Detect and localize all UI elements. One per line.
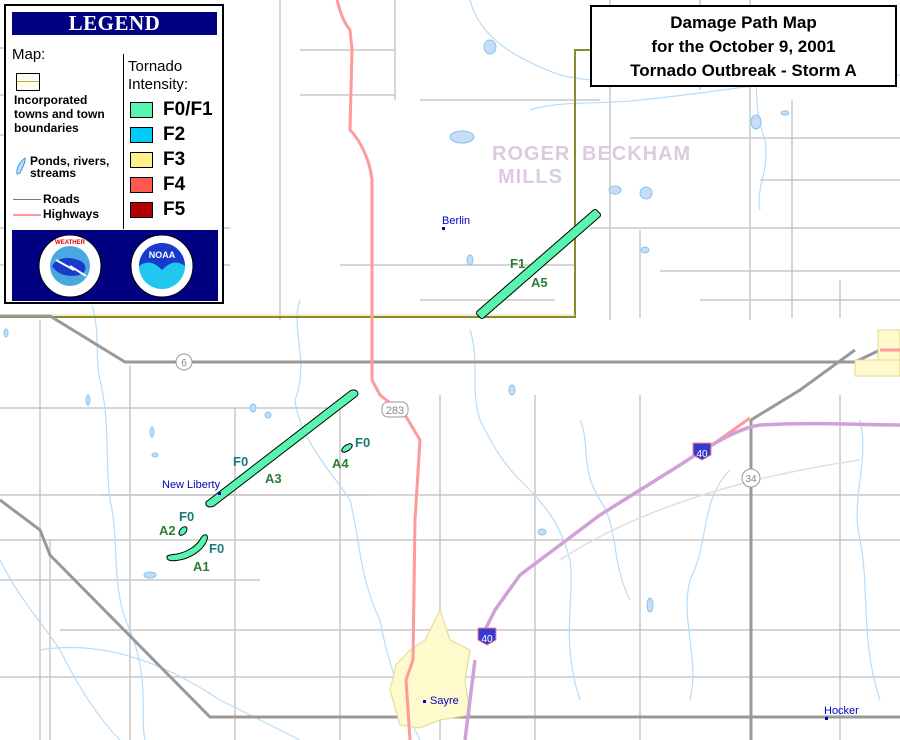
legend-towns-label-3: boundaries	[14, 121, 79, 135]
nws-logo: WEATHER	[38, 234, 102, 298]
interstate-40	[463, 421, 900, 740]
legend-roads-label: Roads	[43, 192, 80, 206]
roads-line	[13, 199, 41, 200]
legend-header: LEGEND	[12, 12, 217, 35]
route-shields: 6 34 283 40 40	[175, 353, 761, 646]
intensity-swatch-f4	[130, 177, 153, 193]
legend-towns-label-1: Incorporated	[14, 93, 88, 107]
legend: LEGEND Map: Incorporated towns and town …	[4, 4, 224, 304]
town-boundaries	[389, 329, 900, 729]
intensity-label: F4	[163, 174, 186, 195]
intensity-swatch-f5	[130, 202, 153, 218]
legend-intensity-heading-1: Tornado	[128, 58, 183, 75]
intensity-label: F3	[163, 149, 186, 170]
intensity-label: F0/F1	[163, 99, 213, 120]
place-sayre: Sayre	[430, 695, 459, 707]
title-line-3: Tornado Outbreak - Storm A	[630, 61, 857, 80]
noaa-logo-text: NOAA	[149, 250, 176, 260]
county-label-roger-mills-2: MILLS	[498, 166, 563, 188]
place-hocker: Hocker	[824, 705, 859, 717]
county-label-beckham: BECKHAM	[582, 143, 692, 165]
noaa-logo: NOAA	[130, 234, 194, 298]
track-a3-rating: F0	[233, 454, 249, 469]
sh34-label: 34	[745, 474, 757, 485]
water-icon	[16, 157, 26, 175]
legend-highways-label: Highways	[43, 207, 100, 221]
track-a2-rating: F0	[179, 509, 195, 524]
track-a2-id: A2	[159, 523, 176, 538]
intensity-label: F2	[163, 124, 186, 145]
legend-divider	[123, 54, 124, 229]
map-title: Damage Path Map for the October 9, 2001 …	[590, 5, 897, 87]
track-a1[interactable]	[166, 534, 208, 562]
highways-line	[13, 214, 41, 216]
track-a5-id: A5	[531, 275, 548, 290]
intensity-swatch-f3	[130, 152, 153, 168]
i40-label-b: 40	[481, 634, 493, 645]
i40-label-a: 40	[696, 449, 708, 460]
legend-map-heading: Map:	[12, 46, 46, 63]
county-label-roger-mills-1: ROGER	[492, 143, 571, 165]
agency-logos: WEATHER NOAA	[12, 230, 218, 301]
legend-towns-label-2: towns and town	[14, 107, 105, 121]
track-a4-rating: F0	[355, 435, 371, 450]
us283-label: 283	[386, 405, 404, 417]
legend-water-label-2: streams	[30, 166, 77, 180]
intensity-swatch-f0-f1	[130, 102, 153, 118]
track-a5-rating: F1	[510, 256, 526, 271]
title-line-2: for the October 9, 2001	[651, 37, 836, 56]
intensity-swatch-f2	[130, 127, 153, 143]
place-dots	[218, 227, 828, 720]
svg-text:WEATHER: WEATHER	[55, 240, 86, 246]
title-line-1: Damage Path Map	[670, 13, 817, 32]
track-a4-id: A4	[332, 456, 349, 471]
track-a4[interactable]	[340, 442, 353, 454]
town-swatch	[16, 73, 40, 91]
logos-svg: WEATHER NOAA	[38, 234, 194, 298]
sh6-label: 6	[181, 358, 187, 369]
track-a2[interactable]	[177, 525, 188, 537]
highways	[335, 0, 900, 740]
track-a1-id: A1	[193, 559, 210, 574]
place-berlin: Berlin	[442, 215, 471, 227]
track-a1-rating: F0	[209, 541, 225, 556]
place-new-liberty: New Liberty	[162, 479, 221, 491]
legend-intensity-heading-2: Intensity:	[128, 76, 189, 93]
intensity-label: F5	[163, 199, 186, 220]
track-a3-id: A3	[265, 471, 282, 486]
